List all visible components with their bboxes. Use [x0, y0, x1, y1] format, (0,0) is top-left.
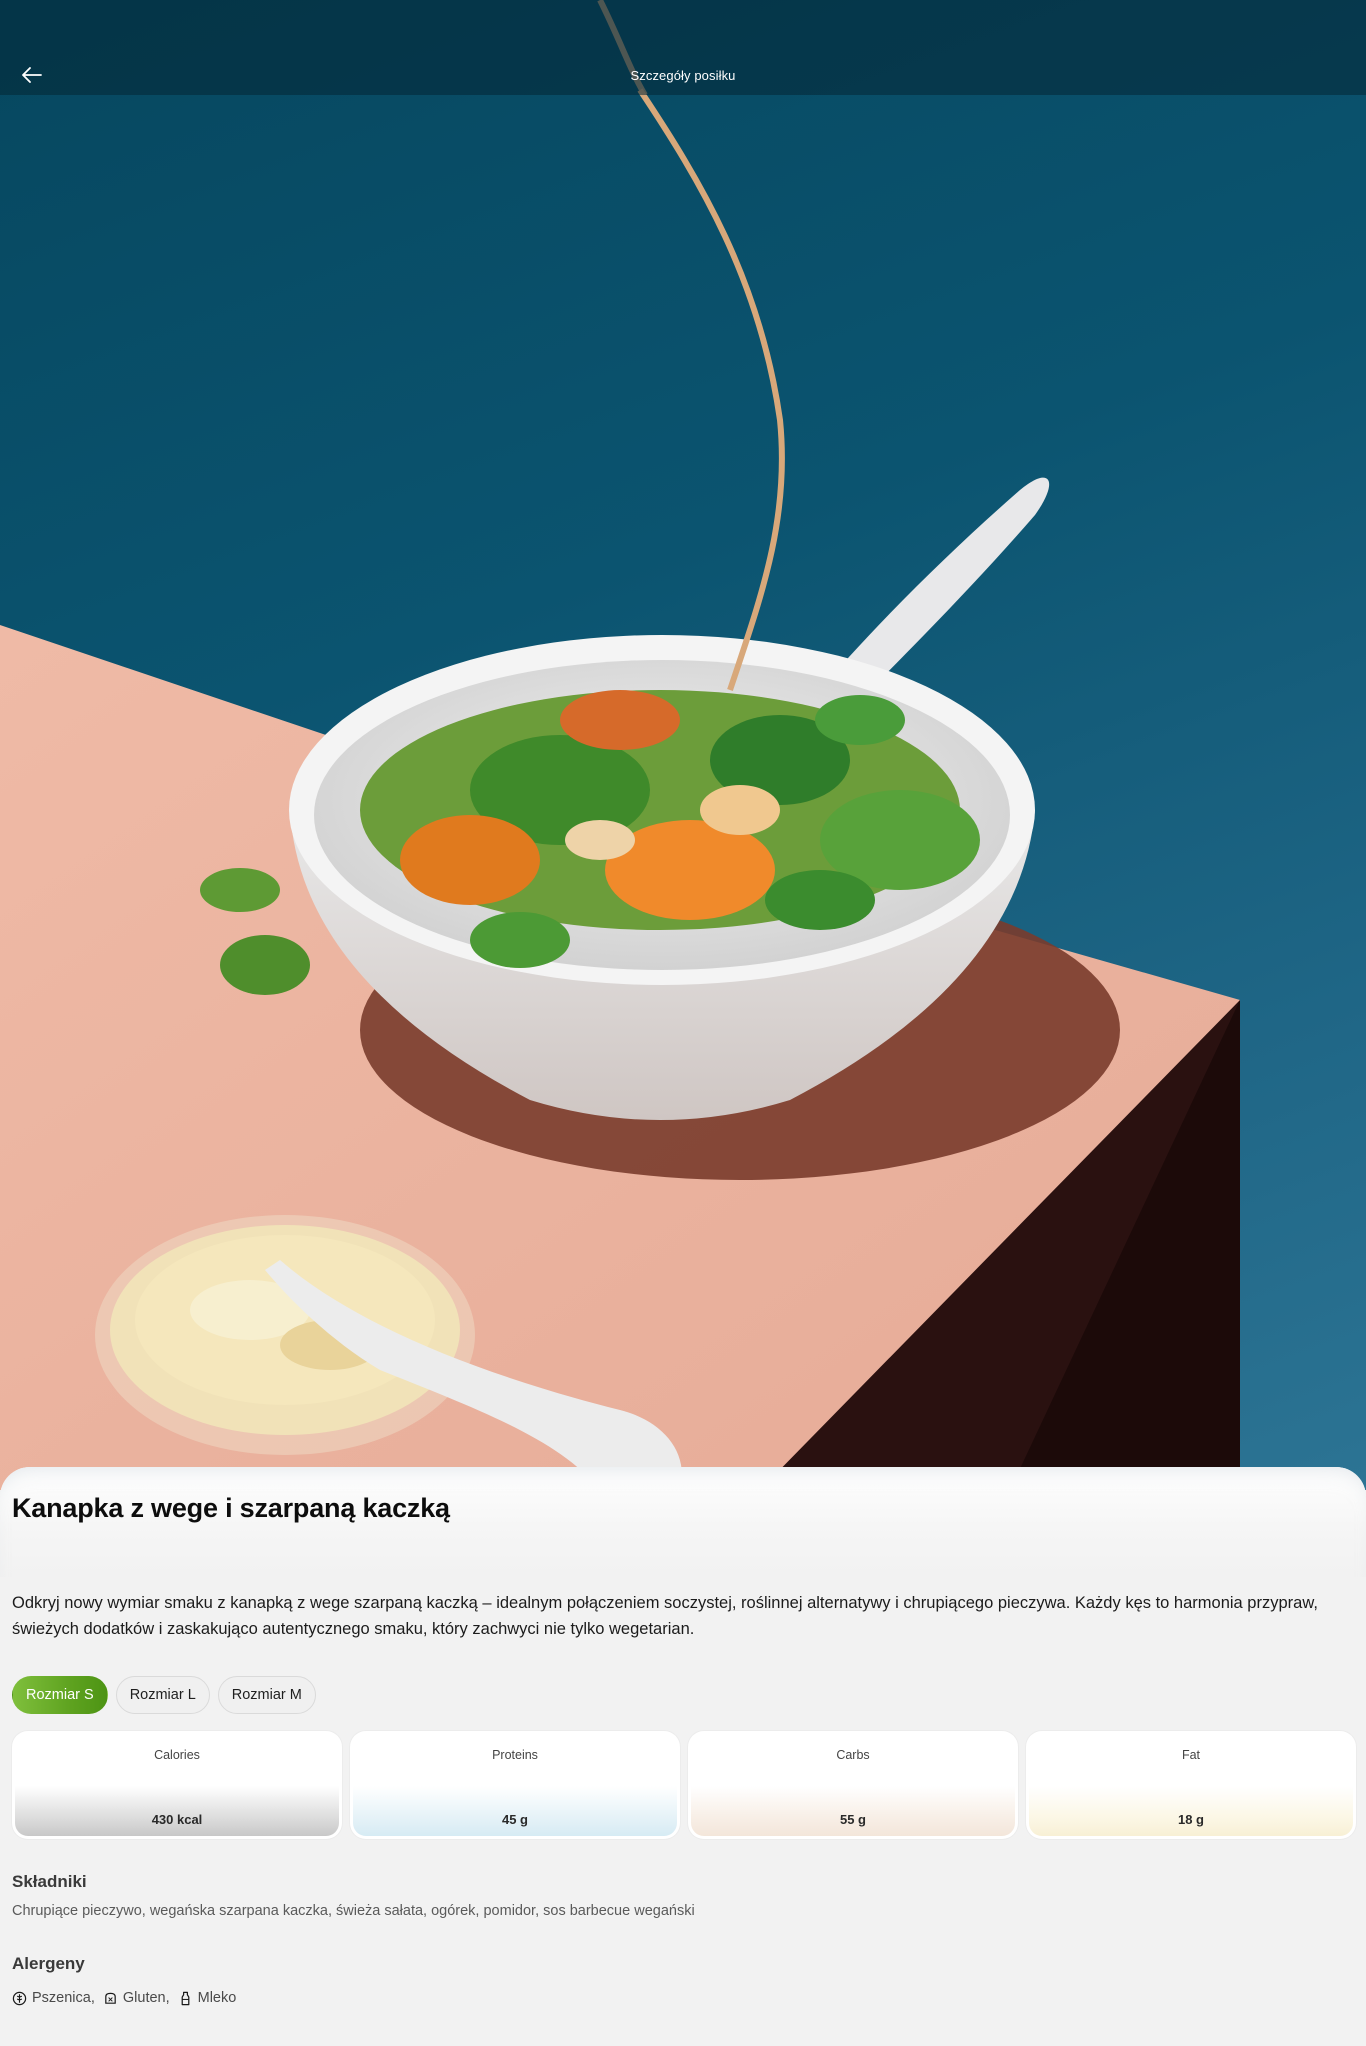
meal-details-page: Szczegóły posiłku Kanapka z wege i szarp…: [0, 0, 1366, 2046]
wheat-icon: [12, 1991, 27, 2005]
nutrition-value: 45 g: [501, 1812, 528, 1827]
size-option-l[interactable]: Rozmiar L: [115, 1676, 210, 1714]
allergen-item: Mleko: [178, 1990, 237, 2006]
milk-bottle-icon: [181, 1991, 190, 2005]
meal-description: Odkryj nowy wymiar smaku z kanapką z weg…: [12, 1594, 1318, 1638]
page-title: Szczegóły posiłku: [630, 68, 736, 83]
nutrition-card-carbs: Carbs 55 g: [688, 1731, 1018, 1839]
allergens-title: Alergeny: [12, 1954, 85, 1973]
size-option-m[interactable]: Rozmiar M: [217, 1676, 316, 1714]
ingredients-text: Chrupiące pieczywo, wegańska szarpana ka…: [12, 1903, 695, 1919]
bread-icon: [105, 1992, 116, 2004]
allergen-list: Pszenica, Gluten, Mleko: [12, 1990, 244, 2006]
nutrition-label: Calories: [154, 1748, 200, 1762]
ingredients-title: Składniki: [12, 1872, 87, 1891]
nutrition-value: 55 g: [839, 1812, 866, 1827]
top-bar: Szczegóły posiłku: [0, 0, 1366, 95]
nutrition-value-panel: 18 g: [1029, 1786, 1353, 1836]
meal-hero-image: [0, 0, 1366, 1490]
nutrition-label: Fat: [1181, 1748, 1201, 1762]
size-option-s[interactable]: Rozmiar S: [12, 1676, 108, 1714]
allergen-label: Gluten,: [122, 1990, 170, 2006]
nutrition-cards: Calories 430 kcal Proteins 45 g Carbs 55…: [12, 1731, 1356, 1839]
nutrition-value-panel: 430 kcal: [15, 1786, 339, 1836]
allergen-item: Pszenica,: [12, 1990, 95, 2006]
nutrition-value: 18 g: [1177, 1812, 1204, 1827]
nutrition-label: Proteins: [492, 1748, 538, 1762]
size-selector: Rozmiar S Rozmiar L Rozmiar M: [12, 1676, 316, 1714]
arrow-left-icon: [22, 67, 42, 83]
nutrition-value-panel: 55 g: [691, 1786, 1015, 1836]
nutrition-label: Carbs: [836, 1748, 870, 1762]
nutrition-card-fat: Fat 18 g: [1026, 1731, 1356, 1839]
nutrition-value-panel: 45 g: [353, 1786, 677, 1836]
meal-details-sheet: Kanapka z wege i szarpaną kaczką Odkryj …: [0, 1467, 1366, 2046]
salad-bowl-illustration: [0, 0, 1240, 1490]
allergen-item: Gluten,: [103, 1990, 170, 2006]
allergen-label: Mleko: [197, 1990, 237, 2006]
nutrition-card-proteins: Proteins 45 g: [350, 1731, 680, 1839]
nutrition-value: 430 kcal: [151, 1812, 203, 1827]
meal-name: Kanapka z wege i szarpaną kaczką: [12, 1493, 450, 1523]
allergen-label: Pszenica,: [32, 1990, 95, 2006]
back-button[interactable]: [14, 60, 50, 90]
nutrition-card-calories: Calories 430 kcal: [12, 1731, 342, 1839]
